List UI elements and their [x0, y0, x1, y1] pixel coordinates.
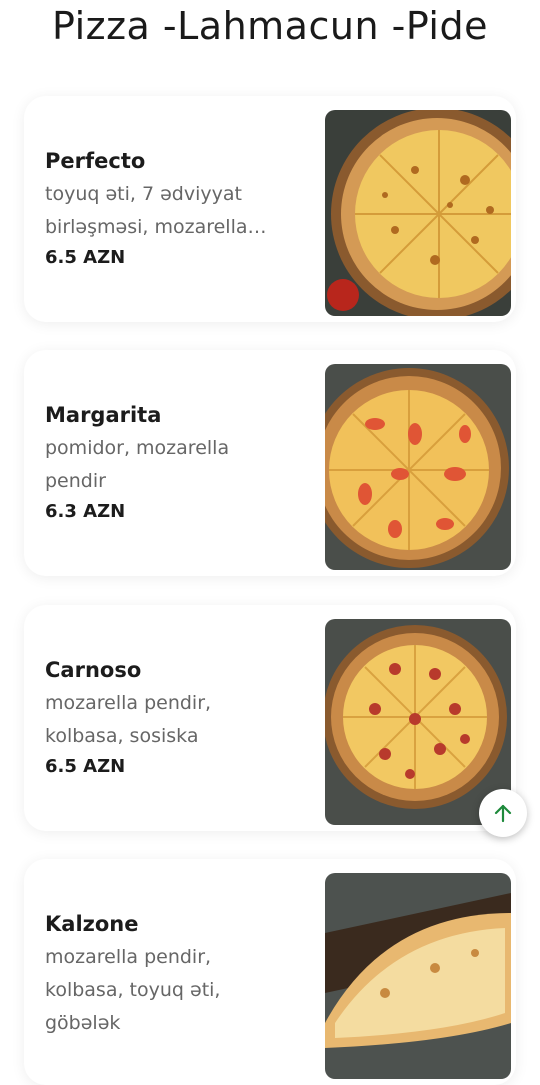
menu-item-margarita[interactable]: Margarita pomidor, mozarella pendir 6.3 … [24, 350, 516, 576]
item-name: Carnoso [45, 658, 142, 682]
scroll-to-top-button[interactable] [479, 789, 527, 837]
item-price: 6.5 AZN [45, 756, 126, 777]
item-name: Margarita [45, 403, 162, 427]
item-description: mozarella pendir, kolbasa, toyuq əti, gö… [45, 946, 221, 1034]
pizza-carnoso-photo [325, 619, 511, 825]
pizza-perfecto-photo [325, 110, 511, 316]
item-price: 6.3 AZN [45, 501, 126, 522]
page-title: Pizza -Lahmacun -Pide [52, 4, 488, 48]
item-description: mozarella pendir, kolbasa, sosiska [45, 692, 212, 747]
item-description: toyuq əti, 7 ədviyyat birləşməsi, mozare… [45, 183, 248, 238]
pide-kalzone-photo [325, 873, 511, 1079]
menu-item-perfecto[interactable]: Perfecto toyuq əti, 7 ədviyyat birləşməs… [24, 96, 516, 322]
item-name: Kalzone [45, 912, 139, 936]
item-description: pomidor, mozarella pendir [45, 437, 230, 492]
menu-item-carnoso[interactable]: Carnoso mozarella pendir, kolbasa, sosis… [24, 605, 516, 831]
pizza-margarita-photo [325, 364, 511, 570]
arrow-up-icon [491, 801, 515, 825]
item-name: Perfecto [45, 149, 146, 173]
menu-item-kalzone[interactable]: Kalzone mozarella pendir, kolbasa, toyuq… [24, 859, 516, 1085]
item-price: 6.5 AZN [45, 247, 126, 268]
